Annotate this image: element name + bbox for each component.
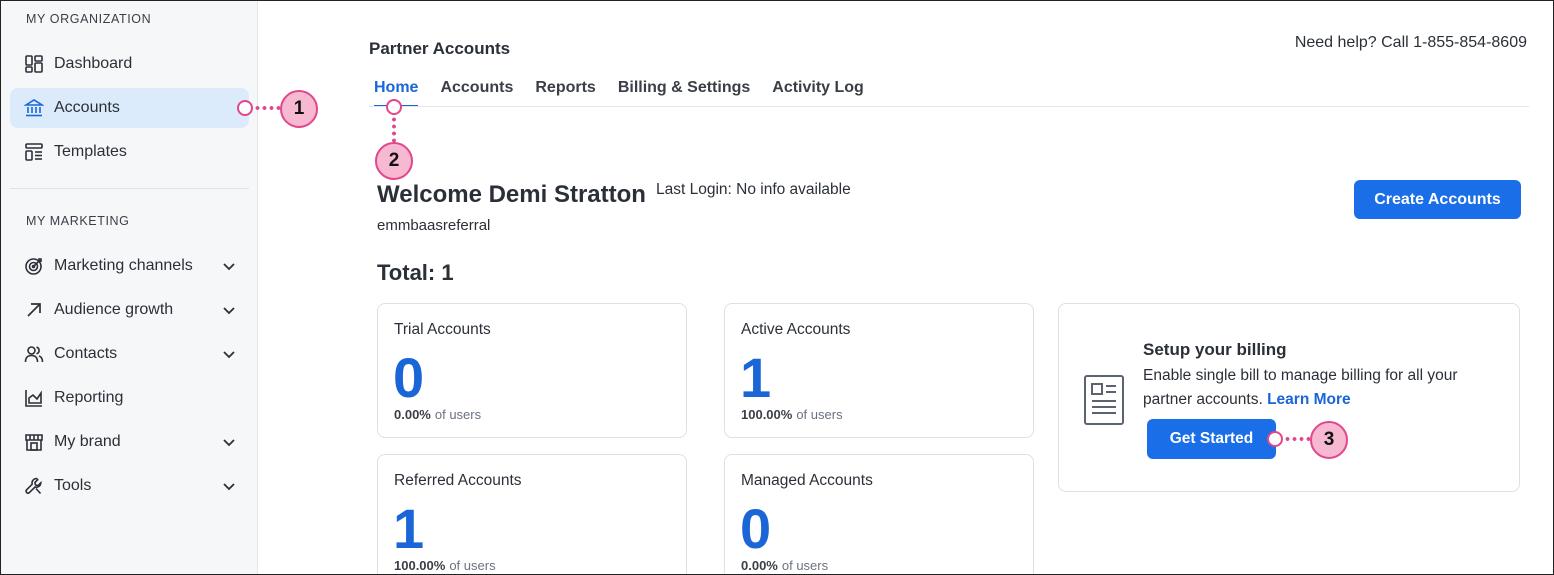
managed-accounts-card: Managed Accounts 0 0.00% of users (724, 454, 1034, 574)
callout-3-connector (1284, 437, 1310, 441)
sidebar-item-label: Dashboard (54, 55, 133, 72)
org-section-heading: MY ORGANIZATION (26, 12, 152, 26)
sidebar-item-my-brand[interactable]: My brand (10, 422, 249, 462)
last-login-text: Last Login: No info available (656, 181, 851, 198)
page-title: Partner Accounts (369, 39, 511, 58)
callout-1-connector (254, 106, 280, 110)
tab-reports[interactable]: Reports (535, 79, 595, 107)
card-percent: 100.00% of users (741, 407, 843, 422)
card-title: Referred Accounts (394, 472, 522, 489)
storefront-icon (24, 432, 44, 452)
sidebar-item-dashboard[interactable]: Dashboard (10, 44, 249, 84)
dashboard-icon (24, 54, 44, 74)
callout-3-anchor (1267, 431, 1283, 447)
card-percent-suffix: of users (796, 407, 843, 422)
callout-2-anchor (386, 99, 402, 115)
trial-accounts-card: Trial Accounts 0 0.00% of users (377, 303, 687, 438)
tabs-divider (369, 106, 1529, 107)
sidebar: MY ORGANIZATION Dashboard Accounts Templ… (1, 1, 258, 574)
sidebar-item-tools[interactable]: Tools (10, 466, 249, 506)
username-text: emmbaasreferral (377, 217, 491, 234)
card-percent-value: 100.00% (394, 558, 446, 573)
card-percent: 100.00% of users (394, 558, 496, 573)
card-percent: 0.00% of users (394, 407, 481, 422)
sidebar-item-templates[interactable]: Templates (10, 132, 249, 172)
marketing-section-heading: MY MARKETING (26, 214, 130, 228)
tab-activity-log[interactable]: Activity Log (772, 79, 864, 107)
target-icon (24, 256, 44, 276)
bank-icon (24, 98, 44, 118)
billing-setup-card: Setup your billing Enable single bill to… (1058, 303, 1520, 492)
card-percent-value: 0.00% (741, 558, 778, 573)
wrench-icon (24, 476, 44, 496)
sidebar-item-label: Audience growth (54, 301, 174, 318)
callout-2-badge: 2 (375, 142, 413, 180)
contacts-icon (24, 344, 44, 364)
sidebar-item-label: Accounts (54, 99, 120, 116)
chevron-down-icon (223, 351, 235, 359)
referred-accounts-card: Referred Accounts 1 100.00% of users (377, 454, 687, 574)
total-count: Total: 1 (377, 260, 454, 285)
tab-billing-settings[interactable]: Billing & Settings (618, 79, 750, 107)
card-percent-suffix: of users (449, 558, 496, 573)
tab-accounts[interactable]: Accounts (440, 79, 513, 107)
chevron-down-icon (223, 483, 235, 491)
document-icon (1084, 375, 1124, 425)
billing-description: Enable single bill to manage billing for… (1143, 364, 1503, 412)
get-started-button[interactable]: Get Started (1147, 419, 1276, 459)
create-accounts-button[interactable]: Create Accounts (1354, 180, 1521, 219)
card-title: Managed Accounts (741, 472, 873, 489)
reporting-chart-icon (24, 388, 44, 408)
card-title: Active Accounts (741, 321, 851, 338)
sidebar-item-label: Tools (54, 477, 92, 494)
card-percent-suffix: of users (434, 407, 482, 422)
card-percent-value: 100.00% (741, 407, 793, 422)
chevron-down-icon (223, 263, 235, 271)
card-percent-value: 0.00% (394, 407, 431, 422)
sidebar-item-label: Reporting (54, 389, 124, 406)
sidebar-item-accounts[interactable]: Accounts (10, 88, 249, 128)
sidebar-item-label: Marketing channels (54, 257, 193, 274)
callout-3-badge: 3 (1310, 421, 1348, 459)
card-count: 0 (393, 346, 425, 409)
sidebar-item-label: Contacts (54, 345, 118, 362)
arrow-up-right-icon (24, 300, 44, 320)
chevron-down-icon (223, 307, 235, 315)
card-percent-suffix: of users (781, 558, 829, 573)
card-percent: 0.00% of users (741, 558, 828, 573)
sidebar-item-audience-growth[interactable]: Audience growth (10, 290, 249, 330)
callout-1-badge: 1 (280, 90, 318, 128)
sidebar-item-label: My brand (54, 433, 121, 450)
active-accounts-card: Active Accounts 1 100.00% of users (724, 303, 1034, 438)
sidebar-item-reporting[interactable]: Reporting (10, 378, 249, 418)
billing-title: Setup your billing (1143, 340, 1287, 359)
templates-icon (24, 142, 44, 162)
sidebar-item-label: Templates (54, 143, 127, 160)
card-title: Trial Accounts (394, 321, 491, 338)
sidebar-item-marketing-channels[interactable]: Marketing channels (10, 246, 249, 286)
help-phone-text: Need help? Call 1-855-854-8609 (1294, 34, 1527, 51)
card-count: 0 (740, 497, 772, 560)
card-count: 1 (393, 497, 425, 560)
app-frame: MY ORGANIZATION Dashboard Accounts Templ… (0, 0, 1554, 575)
welcome-heading: Welcome Demi Stratton (377, 181, 646, 208)
callout-2-connector (392, 116, 396, 143)
callout-1-anchor (237, 100, 253, 116)
learn-more-link[interactable]: Learn More (1267, 391, 1351, 408)
sidebar-item-contacts[interactable]: Contacts (10, 334, 249, 374)
tab-bar: Home Accounts Reports Billing & Settings… (374, 79, 864, 107)
chevron-down-icon (223, 439, 235, 447)
sidebar-divider (10, 188, 249, 189)
card-count: 1 (740, 346, 772, 409)
